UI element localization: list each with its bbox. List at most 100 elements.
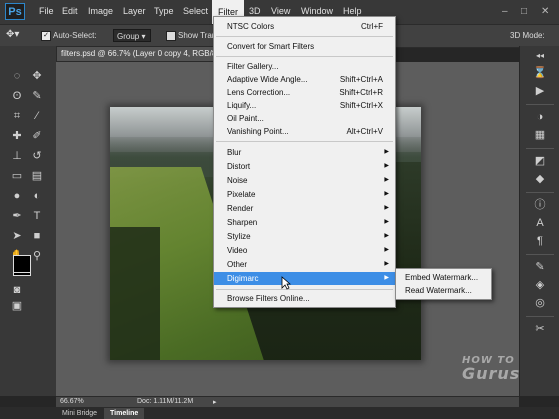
- maximize-button[interactable]: □: [521, 6, 527, 17]
- quick-mask-icon[interactable]: ◙: [10, 284, 24, 296]
- tab-timeline[interactable]: Timeline: [104, 408, 145, 419]
- menu-item-label: Lens Correction...: [227, 88, 291, 97]
- menu-separator: [216, 56, 393, 57]
- auto-select-dropdown[interactable]: Group ▾: [113, 29, 151, 42]
- menu-item-sharpen[interactable]: Sharpen ▶: [214, 216, 395, 229]
- menu-3d[interactable]: 3D: [249, 6, 261, 16]
- panel-divider: [526, 104, 554, 105]
- swatches-icon[interactable]: ▦: [533, 128, 547, 142]
- menu-item-other[interactable]: Other ▶: [214, 258, 395, 271]
- healing-icon[interactable]: ✚: [10, 130, 24, 142]
- type-icon[interactable]: T: [30, 210, 44, 222]
- menu-item-noise[interactable]: Noise ▶: [214, 174, 395, 187]
- menu-item-shortcut: Shift+Ctrl+R: [339, 88, 383, 97]
- eyedropper-icon[interactable]: ⁄: [30, 110, 44, 122]
- document-tab[interactable]: filters.psd @ 66.7% (Layer 0 copy 4, RGB…: [56, 46, 219, 62]
- menu-file[interactable]: File: [39, 6, 54, 16]
- adjustments-icon[interactable]: ◩: [533, 154, 547, 168]
- menu-item-vanishing-point[interactable]: Vanishing Point... Alt+Ctrl+V: [214, 125, 395, 138]
- lasso-icon[interactable]: ʘ: [10, 90, 24, 102]
- gradient-icon[interactable]: ▤: [30, 170, 44, 182]
- menu-image[interactable]: Image: [88, 6, 113, 16]
- menu-item-pixelate[interactable]: Pixelate ▶: [214, 188, 395, 201]
- menu-layer[interactable]: Layer: [123, 6, 146, 16]
- history-icon[interactable]: ⌛: [533, 66, 547, 80]
- menu-help[interactable]: Help: [343, 6, 362, 16]
- menu-item-adaptive-wide-angle[interactable]: Adaptive Wide Angle... Shift+Ctrl+A: [214, 73, 395, 86]
- zoom-level[interactable]: 66.67%: [60, 398, 84, 405]
- menu-edit[interactable]: Edit: [62, 6, 78, 16]
- submenu-arrow-icon: ▶: [384, 191, 389, 197]
- close-button[interactable]: ✕: [541, 6, 549, 17]
- menu-select[interactable]: Select: [183, 6, 208, 16]
- menu-item-convert-smart-filters[interactable]: Convert for Smart Filters: [214, 40, 395, 53]
- menu-item-video[interactable]: Video ▶: [214, 244, 395, 257]
- menu-item-distort[interactable]: Distort ▶: [214, 160, 395, 173]
- dodge-icon[interactable]: ◐: [30, 190, 44, 202]
- info-icon[interactable]: ⓘ: [533, 198, 547, 212]
- color-icon[interactable]: ◑: [533, 110, 547, 124]
- paragraph-icon[interactable]: ¶: [533, 234, 547, 248]
- show-transform-checkbox[interactable]: [166, 31, 176, 41]
- layers-icon[interactable]: ◈: [533, 278, 547, 292]
- shape-icon[interactable]: ■: [30, 230, 44, 242]
- pen-icon[interactable]: ✒: [10, 210, 24, 222]
- menu-type[interactable]: Type: [154, 6, 174, 16]
- status-menu-arrow-icon[interactable]: ▸: [213, 398, 217, 406]
- menu-separator: [216, 141, 393, 142]
- 3d-mode-label: 3D Mode:: [510, 31, 545, 40]
- submenu-item-embed-watermark[interactable]: Embed Watermark...: [405, 273, 478, 282]
- channels-icon[interactable]: ◎: [533, 296, 547, 310]
- properties-icon[interactable]: ✂: [533, 322, 547, 336]
- move-icon[interactable]: ✥: [30, 70, 44, 82]
- menu-item-browse-filters-online[interactable]: Browse Filters Online...: [214, 292, 395, 305]
- menu-item-label: Other: [227, 260, 248, 269]
- menu-item-ntsc-colors[interactable]: NTSC Colors Ctrl+F: [214, 20, 395, 33]
- menu-view[interactable]: View: [271, 6, 290, 16]
- mouse-cursor-icon: [281, 276, 291, 290]
- menu-item-label: Distort: [227, 162, 251, 171]
- submenu-item-read-watermark[interactable]: Read Watermark...: [405, 286, 472, 295]
- menu-item-label: Browse Filters Online...: [227, 294, 310, 303]
- crop-icon[interactable]: ⌗: [10, 110, 24, 122]
- move-tool-icon[interactable]: ✥▾: [6, 29, 19, 40]
- menu-item-lens-correction[interactable]: Lens Correction... Shift+Ctrl+R: [214, 86, 395, 99]
- menu-separator: [216, 36, 393, 37]
- brush-icon[interactable]: ✐: [30, 130, 44, 142]
- screen-mode-icon[interactable]: ▣: [10, 300, 24, 312]
- marquee-icon[interactable]: ◌: [10, 70, 24, 82]
- doc-info[interactable]: Doc: 1.11M/11.2M: [137, 398, 193, 405]
- menu-item-label: NTSC Colors: [227, 22, 275, 31]
- eraser-icon[interactable]: ▭: [10, 170, 24, 182]
- menu-item-label: Stylize: [227, 232, 251, 241]
- menu-item-label: Filter Gallery...: [227, 62, 279, 71]
- auto-select-checkbox[interactable]: ✓: [41, 31, 51, 41]
- actions-icon[interactable]: ▶: [533, 84, 547, 98]
- zoom-icon[interactable]: ⚲: [30, 250, 44, 262]
- quick-select-icon[interactable]: ✎: [30, 90, 44, 102]
- styles-icon[interactable]: ◆: [533, 172, 547, 186]
- character-icon[interactable]: A: [533, 216, 547, 230]
- history-brush-icon[interactable]: ↺: [30, 150, 44, 162]
- menu-item-filter-gallery[interactable]: Filter Gallery...: [214, 60, 395, 73]
- blur-tool-icon[interactable]: ●: [10, 190, 24, 202]
- menu-window[interactable]: Window: [301, 6, 333, 16]
- menu-item-stylize[interactable]: Stylize ▶: [214, 230, 395, 243]
- collapse-panels-icon[interactable]: ◂◂: [533, 49, 547, 63]
- howtogurus-logo: HOW TO Gurus: [462, 355, 520, 382]
- menu-item-label: Vanishing Point...: [227, 127, 289, 136]
- minimize-button[interactable]: –: [502, 6, 508, 17]
- menu-item-render[interactable]: Render ▶: [214, 202, 395, 215]
- path-select-icon[interactable]: ➤: [10, 230, 24, 242]
- menu-item-liquify[interactable]: Liquify... Shift+Ctrl+X: [214, 99, 395, 112]
- brush-panel-icon[interactable]: ✎: [533, 260, 547, 274]
- foreground-color-swatch[interactable]: [13, 255, 31, 273]
- clone-stamp-icon[interactable]: ⊥: [10, 150, 24, 162]
- menu-item-oil-paint[interactable]: Oil Paint...: [214, 112, 395, 125]
- tab-mini-bridge[interactable]: Mini Bridge: [56, 408, 103, 419]
- menu-item-digimarc[interactable]: Digimarc ▶: [214, 272, 395, 285]
- menu-item-label: Pixelate: [227, 190, 256, 199]
- panel-divider: [526, 148, 554, 149]
- menu-item-label: Video: [227, 246, 248, 255]
- menu-item-blur[interactable]: Blur ▶: [214, 146, 395, 159]
